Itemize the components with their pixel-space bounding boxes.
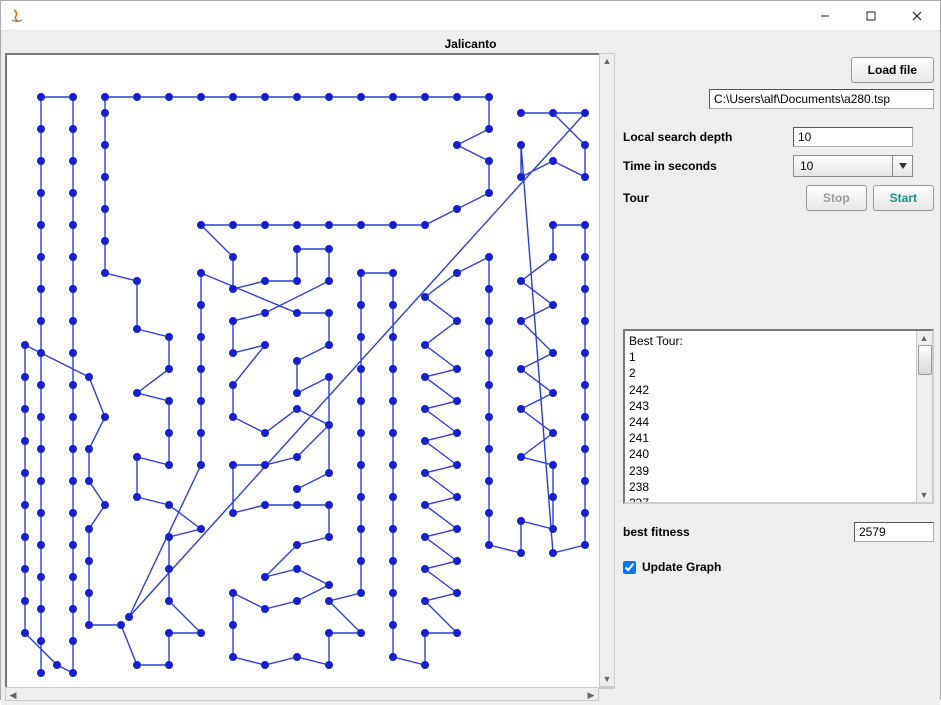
graph-panel: ▲ ▼ ◀ ▶: [5, 53, 615, 701]
file-path-input[interactable]: [709, 89, 934, 109]
best-fitness-value[interactable]: [854, 522, 934, 542]
chevron-down-icon[interactable]: [893, 155, 913, 177]
time-select[interactable]: 10: [793, 155, 913, 177]
output-text: Best Tour: 1 2 242 243 244 241 240 239 2…: [625, 331, 916, 502]
update-graph-checkbox[interactable]: [623, 561, 636, 574]
output-textarea[interactable]: Best Tour: 1 2 242 243 244 241 240 239 2…: [623, 329, 934, 504]
best-fitness-label: best fitness: [623, 525, 793, 539]
load-file-button[interactable]: Load file: [851, 57, 934, 83]
output-scrollbar[interactable]: ▲ ▼: [916, 331, 932, 502]
stop-button[interactable]: Stop: [806, 185, 867, 211]
scrollbar-thumb[interactable]: [918, 345, 932, 375]
titlebar: [1, 1, 940, 31]
content-area: Jalicanto ▲ ▼ ◀ ▶ Load file: [1, 31, 940, 705]
scroll-up-icon[interactable]: ▲: [600, 54, 614, 68]
minimize-button[interactable]: [802, 1, 848, 31]
update-graph-label: Update Graph: [642, 560, 721, 574]
graph-canvas[interactable]: [5, 53, 615, 689]
java-icon: [9, 8, 25, 24]
graph-vertical-scrollbar[interactable]: ▲ ▼: [599, 53, 615, 687]
maximize-button[interactable]: [848, 1, 894, 31]
local-search-input[interactable]: [793, 127, 913, 147]
app-title: Jalicanto: [5, 35, 936, 53]
scroll-down-icon[interactable]: ▼: [917, 488, 931, 502]
time-label: Time in seconds: [623, 159, 793, 173]
app-window: Jalicanto ▲ ▼ ◀ ▶ Load file: [0, 0, 941, 700]
graph-horizontal-scrollbar[interactable]: ◀ ▶: [5, 687, 599, 701]
start-button[interactable]: Start: [873, 185, 934, 211]
side-panel: Load file Local search depth Time in sec…: [619, 53, 936, 701]
scroll-up-icon[interactable]: ▲: [917, 331, 931, 345]
tour-label: Tour: [623, 191, 793, 205]
close-button[interactable]: [894, 1, 940, 31]
scroll-down-icon[interactable]: ▼: [600, 672, 614, 686]
local-search-label: Local search depth: [623, 130, 793, 144]
